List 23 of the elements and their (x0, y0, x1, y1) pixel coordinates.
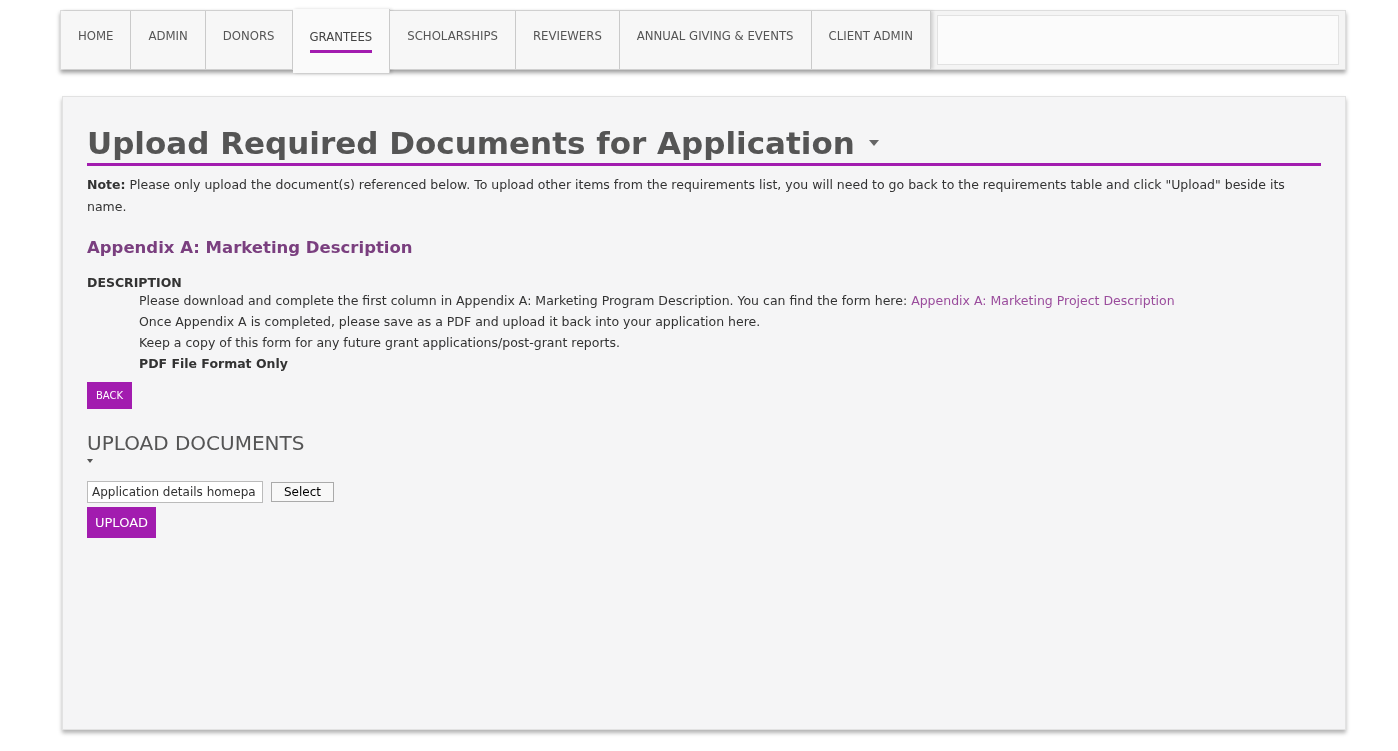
form-link[interactable]: Appendix A: Marketing Project Description (911, 293, 1175, 308)
nav-tab[interactable]: CLIENT ADMIN (811, 11, 931, 69)
upload-button[interactable]: UPLOAD (87, 507, 157, 538)
description-heading: DESCRIPTION (87, 275, 183, 290)
nav-tab[interactable]: ANNUAL GIVING & EVENTS (619, 11, 812, 69)
description-text: Please download and complete the first column in Appendix A: Marketing Program Description. You can find the form here: Appendix A: Marketing Project Description (139, 292, 1176, 310)
caret-icon[interactable] (868, 140, 879, 146)
back-button[interactable]: BACK (87, 382, 133, 409)
description-text: Keep a copy of this form for any future grant applications/post-grant reports. (139, 334, 621, 352)
nav-tab[interactable]: ADMIN (131, 11, 206, 69)
description-text: Once Appendix A is completed, please save as a PDF and upload it back into your application here. (139, 313, 762, 331)
file-field[interactable]: Application details homepa (87, 481, 263, 503)
note-text: Note: Please only upload the document(s) referenced below. To upload other items from the requirements list, you will need to go back to the requirements table and click "Upload" beside its name. (87, 176, 1286, 216)
nav-tab[interactable]: DONORS (205, 11, 293, 69)
nav-tab[interactable]: GRANTEES (292, 9, 391, 73)
upload-heading: UPLOAD DOCUMENTS (87, 431, 306, 455)
select-button[interactable]: Select (271, 482, 335, 502)
requirement-title: Appendix A: Marketing Description (87, 238, 414, 257)
nav-tab[interactable]: REVIEWERS (515, 11, 620, 69)
description-text: PDF File Format Only (139, 355, 289, 373)
nav-tab[interactable]: SCHOLARSHIPS (390, 11, 516, 69)
page-title: Upload Required Documents for Application (87, 125, 1321, 166)
caret-icon[interactable] (87, 459, 93, 463)
